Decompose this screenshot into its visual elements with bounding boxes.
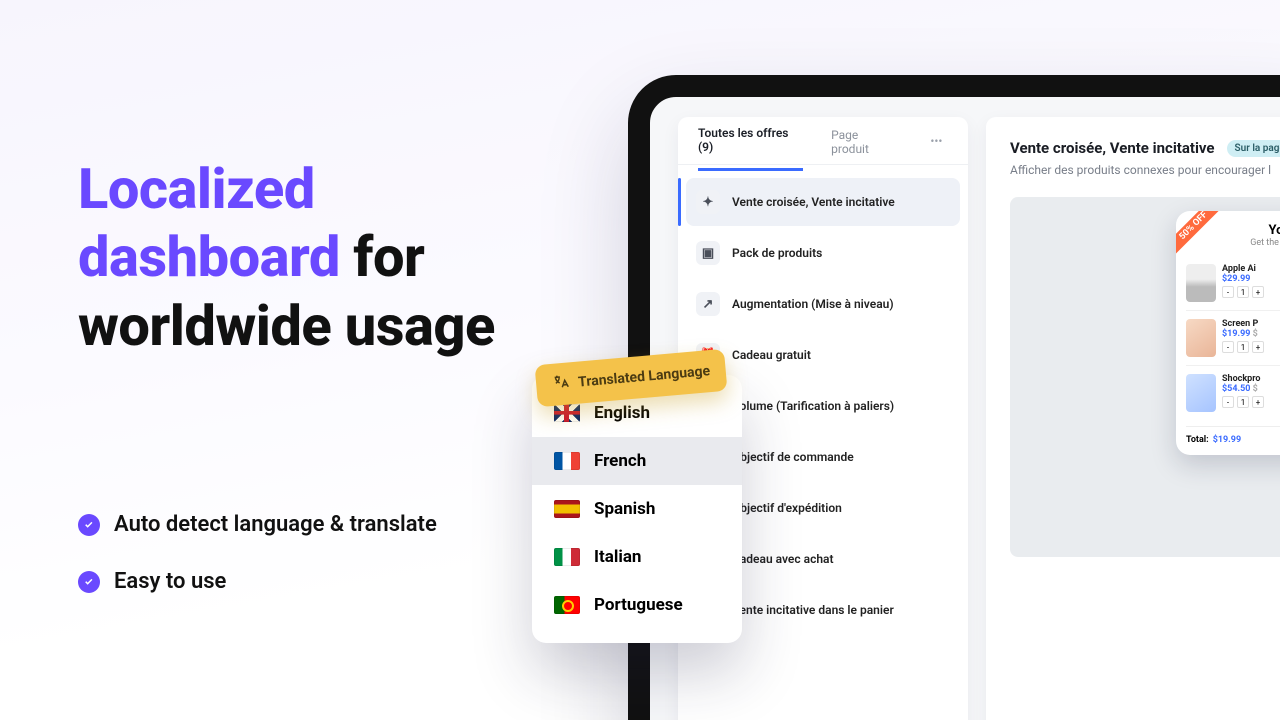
product-name: Apple Ai	[1222, 264, 1280, 274]
tab-product-page[interactable]: Page produit	[831, 117, 897, 170]
offer-label: Vente croisée, Vente incitative	[732, 195, 895, 209]
preview-subtitle: Get the most	[1186, 238, 1280, 248]
language-picker[interactable]: Translated Language EnglishFrenchSpanish…	[532, 375, 742, 643]
more-icon[interactable]: •••	[925, 129, 948, 153]
product-price: $54.50 $	[1222, 384, 1280, 394]
offer-item[interactable]: ↗ Augmentation (Mise à niveau)	[686, 280, 960, 328]
flag-icon	[554, 452, 580, 470]
product-thumb	[1186, 264, 1216, 302]
qty-stepper[interactable]: -1+	[1222, 286, 1280, 298]
hero-accent-2: dashboard	[78, 224, 340, 290]
hero-accent-1: Localized	[78, 156, 315, 222]
detail-badge: Sur la page p	[1227, 140, 1280, 157]
feature-item: Auto detect language & translate	[78, 512, 437, 537]
offer-icon: ▣	[696, 241, 720, 265]
feature-list: Auto detect language & translate Easy to…	[78, 512, 437, 626]
qty-stepper[interactable]: -1+	[1222, 396, 1280, 408]
feature-item: Easy to use	[78, 569, 437, 594]
tabs-bar: Toutes les offres (9) Page produit •••	[678, 117, 968, 165]
flag-icon	[554, 548, 580, 566]
language-option-french[interactable]: French	[532, 437, 742, 485]
offer-item[interactable]: ✦ Vente croisée, Vente incitative	[686, 178, 960, 226]
detail-panel: Vente croisée, Vente incitative Sur la p…	[986, 117, 1280, 720]
product-price: $29.99	[1222, 274, 1280, 284]
offer-label: Objectif d'expédition	[732, 501, 842, 515]
language-option-italian[interactable]: Italian	[532, 533, 742, 581]
offer-item[interactable]: ▣ Pack de produits	[686, 229, 960, 277]
tab-all-offers[interactable]: Toutes les offres (9)	[698, 117, 803, 171]
offer-label: Volume (Tarification à paliers)	[732, 399, 894, 413]
check-circle-icon	[78, 571, 100, 593]
preview-area: 50% OFF Yo Get the most Apple Ai$29.99-1…	[1010, 197, 1280, 557]
offer-label: Cadeau gratuit	[732, 348, 811, 362]
flag-icon	[554, 500, 580, 518]
language-label: Portuguese	[594, 595, 683, 615]
product-name: Shockpro	[1222, 374, 1280, 384]
offer-label: Cadeau avec achat	[732, 552, 834, 566]
flag-icon	[554, 596, 580, 614]
detail-title: Vente croisée, Vente incitative	[1010, 139, 1215, 157]
flag-icon	[554, 404, 580, 422]
offer-icon: ✦	[696, 190, 720, 214]
detail-subtitle: Afficher des produits connexes pour enco…	[1010, 163, 1280, 177]
language-label: English	[594, 403, 650, 423]
translate-icon	[551, 372, 571, 395]
feature-label: Easy to use	[114, 569, 226, 594]
language-label: Spanish	[594, 499, 655, 519]
offer-icon: ↗	[696, 292, 720, 316]
product-name: Screen P	[1222, 319, 1280, 329]
phone-preview: 50% OFF Yo Get the most Apple Ai$29.99-1…	[1176, 211, 1280, 455]
product-price: $19.99 $	[1222, 329, 1280, 339]
language-option-portuguese[interactable]: Portuguese	[532, 581, 742, 629]
offer-item[interactable]: 🎁Cadeau gratuit	[686, 331, 960, 379]
language-label: Italian	[594, 547, 641, 567]
product-thumb	[1186, 319, 1216, 357]
feature-label: Auto detect language & translate	[114, 512, 437, 537]
hero-heading: Localized dashboard for worldwide usage	[78, 155, 518, 360]
offer-label: Augmentation (Mise à niveau)	[732, 297, 894, 311]
offer-label: Objectif de commande	[732, 450, 854, 464]
language-option-spanish[interactable]: Spanish	[532, 485, 742, 533]
offer-label: Pack de produits	[732, 246, 822, 260]
language-label: French	[594, 451, 646, 471]
check-circle-icon	[78, 514, 100, 536]
offer-label: Vente incitative dans le panier	[732, 603, 894, 617]
preview-total: Total: $19.99	[1186, 426, 1280, 445]
product-thumb	[1186, 374, 1216, 412]
qty-stepper[interactable]: -1+	[1222, 341, 1280, 353]
